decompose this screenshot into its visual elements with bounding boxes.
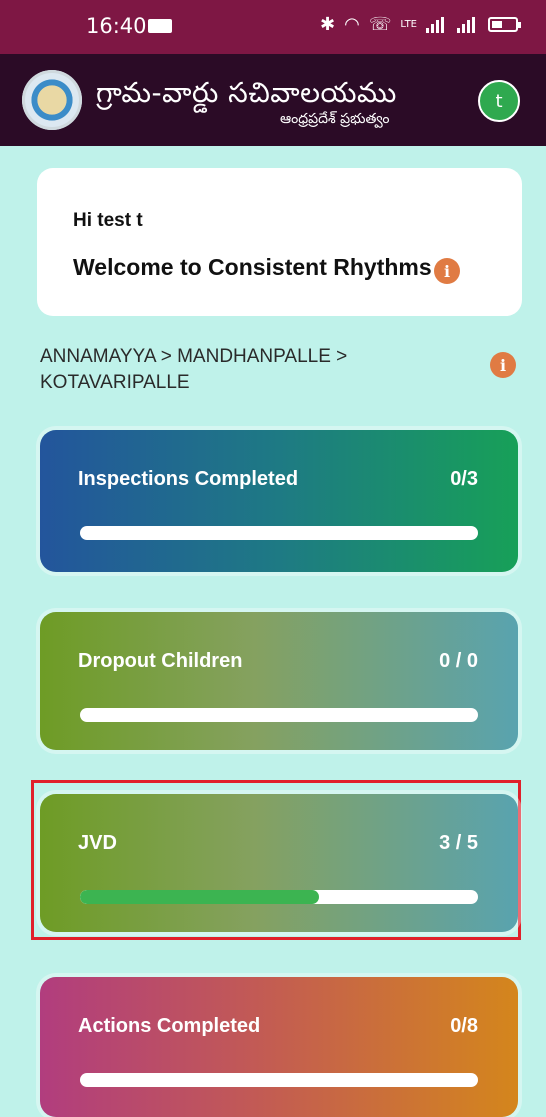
status-time: 16:40: [86, 14, 147, 38]
greeting-text: Hi test t: [73, 210, 143, 231]
app-title: గ్రామ-వార్డు సచివాలయము: [96, 76, 397, 109]
progress-bar: [80, 708, 478, 722]
call-icon: ☏: [368, 14, 392, 35]
signal-icon-2: [457, 16, 479, 33]
card-value: 0/8: [450, 1015, 478, 1037]
card-value: 0 / 0: [439, 650, 478, 672]
status-icons: ✱ ◠ ☏ LTE: [320, 14, 521, 35]
notification-icon: [148, 19, 172, 33]
user-avatar[interactable]: t: [478, 80, 520, 122]
card-title: Actions Completed: [78, 1015, 261, 1037]
actions-completed-card[interactable]: Actions Completed 0/8: [40, 977, 518, 1117]
location-breadcrumb: ANNAMAYYA > MANDHANPALLE > KOTAVARIPALLE: [40, 346, 348, 393]
progress-bar: [80, 1073, 478, 1087]
welcome-title: Welcome to Consistent Rhythms: [73, 254, 432, 280]
signal-icon: [426, 16, 448, 33]
ap-emblem-icon: [22, 70, 82, 130]
progress-bar: [80, 890, 478, 904]
card-title: Dropout Children: [78, 650, 243, 672]
progress-bar: [80, 526, 478, 540]
app-header: గ్రామ-వార్డు సచివాలయము ఆంధ్రప్రదేశ్ ప్రభ…: [0, 54, 546, 146]
jvd-card[interactable]: JVD 3 / 5: [40, 794, 518, 932]
info-icon[interactable]: i: [434, 258, 460, 284]
welcome-card: Hi test t Welcome to Consistent Rhythms …: [37, 168, 522, 316]
dropout-children-card[interactable]: Dropout Children 0 / 0: [40, 612, 518, 750]
card-value: 3 / 5: [439, 832, 478, 854]
status-bar: 16:40 ✱ ◠ ☏ LTE: [0, 0, 546, 54]
card-title: Inspections Completed: [78, 468, 299, 490]
card-value: 0/3: [450, 468, 478, 490]
network-type-label: LTE: [400, 19, 417, 30]
progress-fill: [80, 890, 319, 904]
card-title: JVD: [78, 832, 117, 854]
bluetooth-icon: ✱: [320, 14, 336, 35]
battery-icon: [488, 17, 521, 32]
location-info-icon[interactable]: i: [490, 352, 516, 378]
wifi-icon: ◠: [344, 14, 360, 35]
app-subtitle: ఆంధ్రప్రదేశ్ ప్రభుత్వం: [280, 111, 390, 127]
inspections-card[interactable]: Inspections Completed 0/3: [40, 430, 518, 572]
